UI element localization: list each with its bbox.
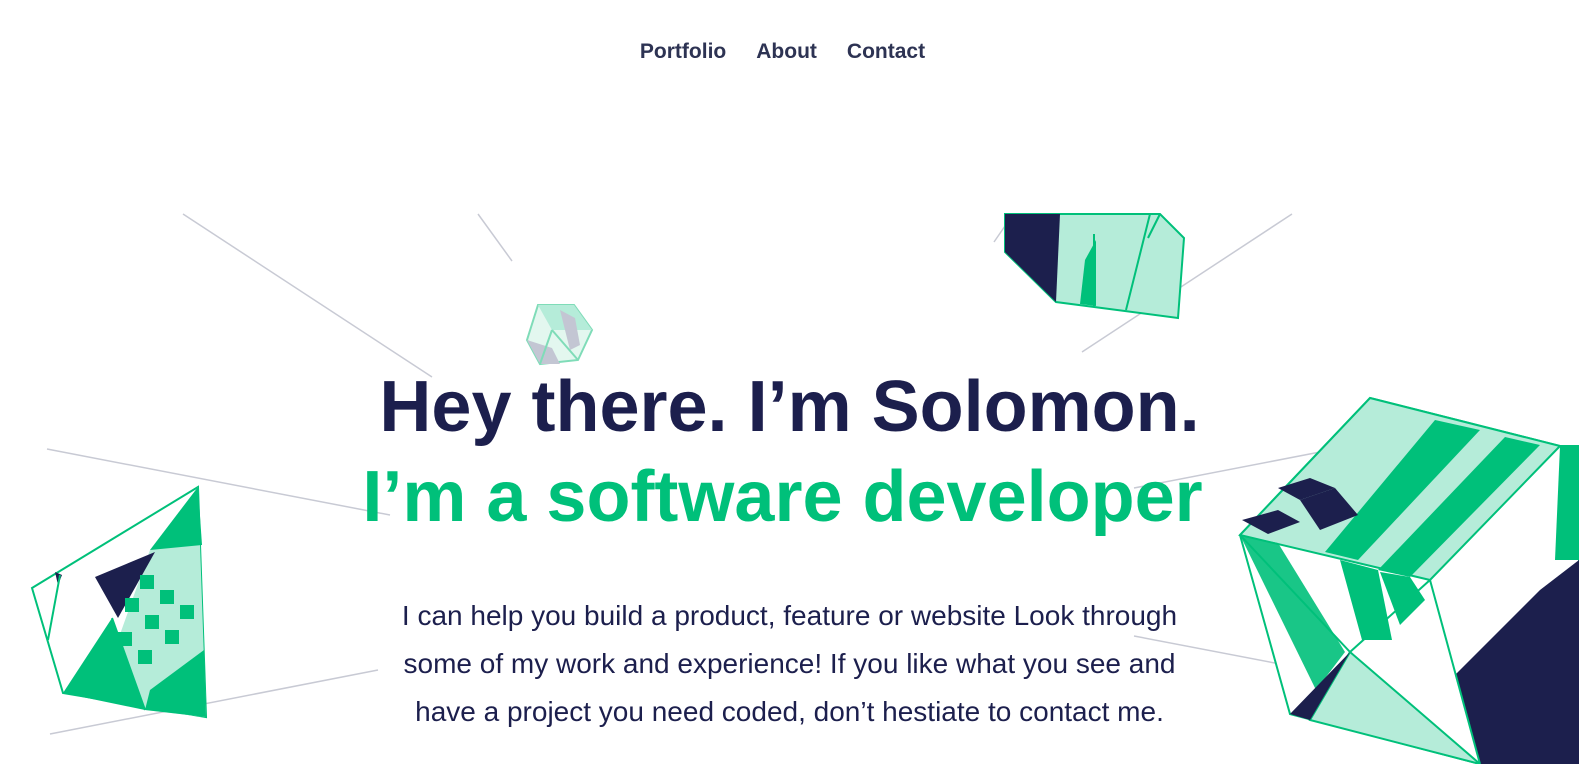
nav-link-contact[interactable]: Contact: [847, 38, 925, 66]
hero-headline: Hey there. I’m Solomon.: [379, 367, 1200, 447]
hero-section: Hey there. I’m Solomon. I’m a software d…: [0, 362, 1579, 736]
hero-intro-text: I can help you build a product, feature …: [401, 600, 1178, 727]
small-cube-graphic: [525, 304, 594, 366]
main-nav: Portfolio About Contact: [0, 38, 1579, 66]
page: Portfolio About Contact Hey there. I’m S…: [0, 0, 1579, 764]
nav-link-about[interactable]: About: [756, 38, 817, 66]
nav-link-portfolio[interactable]: Portfolio: [640, 38, 726, 66]
top-right-cube-graphic: [1004, 213, 1186, 320]
hero-subheadline: I’m a software developer: [362, 457, 1203, 537]
